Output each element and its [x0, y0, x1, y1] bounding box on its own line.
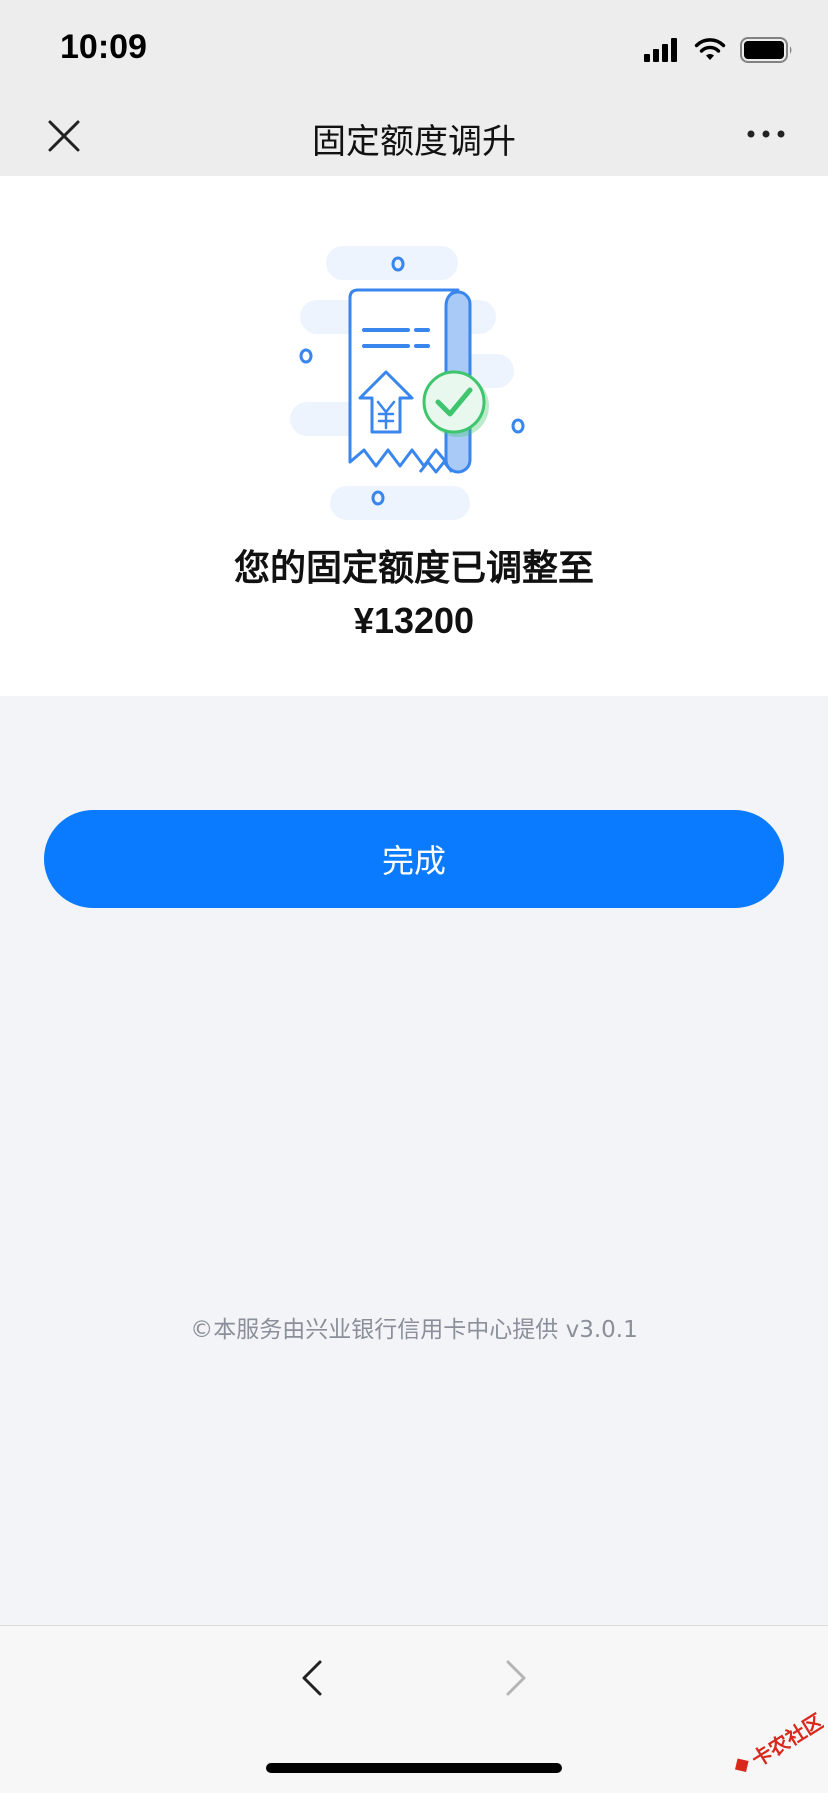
wifi-icon	[694, 38, 726, 60]
page-title: 固定额度调升	[312, 122, 516, 162]
status-bar: 10:09	[0, 0, 828, 100]
status-time: 10:09	[60, 28, 147, 66]
forward-arrow-icon[interactable]	[500, 1656, 532, 1700]
back-arrow-icon[interactable]	[296, 1656, 328, 1700]
credit-limit-amount: ¥13200	[353, 600, 475, 641]
cellular-signal-icon	[644, 38, 677, 62]
nav-bar: 固定额度调升	[0, 100, 828, 176]
result-message: 您的固定额度已调整至	[233, 548, 594, 589]
result-card: 您的固定额度已调整至 ¥13200	[0, 176, 828, 696]
more-icon[interactable]	[746, 126, 786, 142]
done-button[interactable]: 完成	[44, 810, 784, 908]
battery-icon	[740, 37, 792, 63]
watermark-text: 卡农社区	[747, 1709, 824, 1772]
watermark-logo: 卡农社区	[735, 1709, 824, 1773]
receipt-success-illustration	[290, 246, 525, 520]
status-icons	[644, 34, 794, 66]
home-indicator[interactable]	[266, 1763, 562, 1773]
service-provider-footer: ©本服务由兴业银行信用卡中心提供 v3.0.1	[190, 1317, 638, 1343]
